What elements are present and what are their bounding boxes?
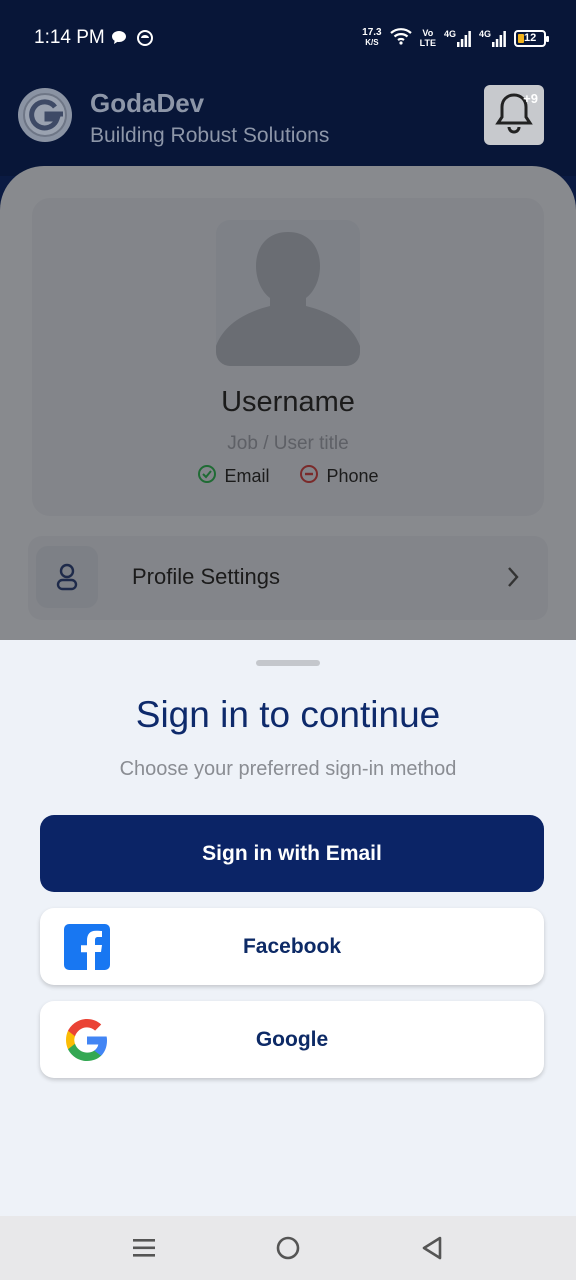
user-icon-box <box>36 546 98 608</box>
contact-status: Email Phone <box>32 464 544 489</box>
email-status: Email <box>197 464 269 489</box>
status-indicators: 17.3 K/S Vo LTE 4G 4G 12 <box>362 24 549 52</box>
status-time: 1:14 PM <box>34 27 105 48</box>
profile-settings-label: Profile Settings <box>132 564 280 589</box>
profile-settings-row[interactable]: Profile Settings <box>28 536 548 620</box>
app-notification-icon <box>136 29 154 52</box>
profile-content: Username Job / User title Email Phone Pr… <box>0 166 576 666</box>
status-bar: 1:14 PM 17.3 K/S Vo LTE 4G 4G 12 <box>0 0 576 76</box>
app-title: GodaDev <box>90 88 205 118</box>
menu-icon[interactable] <box>130 1234 158 1262</box>
check-circle-icon <box>197 464 217 489</box>
username: Username <box>221 386 355 418</box>
sign-in-email-button[interactable]: Sign in with Email <box>40 815 544 892</box>
battery-icon: 12 <box>514 29 549 47</box>
sheet-subtitle: Choose your preferred sign-in method <box>119 758 457 780</box>
volte-indicator: Vo LTE <box>419 28 436 48</box>
user-icon <box>56 563 78 591</box>
app-header: GodaDev Building Robust Solutions +9 <box>0 76 576 176</box>
sim1-signal: 4G <box>444 29 471 47</box>
sheet-drag-handle[interactable] <box>256 660 320 666</box>
home-circle-icon[interactable] <box>274 1234 302 1262</box>
job-title: Job / User title <box>227 433 349 454</box>
system-nav-bar <box>0 1216 576 1280</box>
google-icon <box>64 1017 110 1063</box>
wifi-icon <box>389 27 412 50</box>
app-logo <box>18 88 72 142</box>
google-sign-in-button[interactable]: Google <box>40 1001 544 1078</box>
notification-badge: +9 <box>523 91 538 106</box>
back-triangle-icon[interactable] <box>418 1234 446 1262</box>
sim2-signal: 4G <box>479 29 506 47</box>
chat-bubble-icon <box>110 29 128 52</box>
notifications-button[interactable]: +9 <box>484 85 544 145</box>
app-subtitle: Building Robust Solutions <box>90 124 330 147</box>
minus-circle-icon <box>299 464 319 489</box>
chevron-right-icon <box>506 566 520 593</box>
phone-status: Phone <box>299 464 379 489</box>
avatar <box>216 220 360 366</box>
network-speed: 17.3 K/S <box>362 27 382 48</box>
sheet-title: Sign in to continue <box>135 694 441 735</box>
sign-in-sheet: Sign in to continue Choose your preferre… <box>0 640 576 1216</box>
facebook-sign-in-button[interactable]: Facebook <box>40 908 544 985</box>
facebook-icon <box>64 924 110 971</box>
profile-card: Username Job / User title Email Phone <box>32 198 544 516</box>
